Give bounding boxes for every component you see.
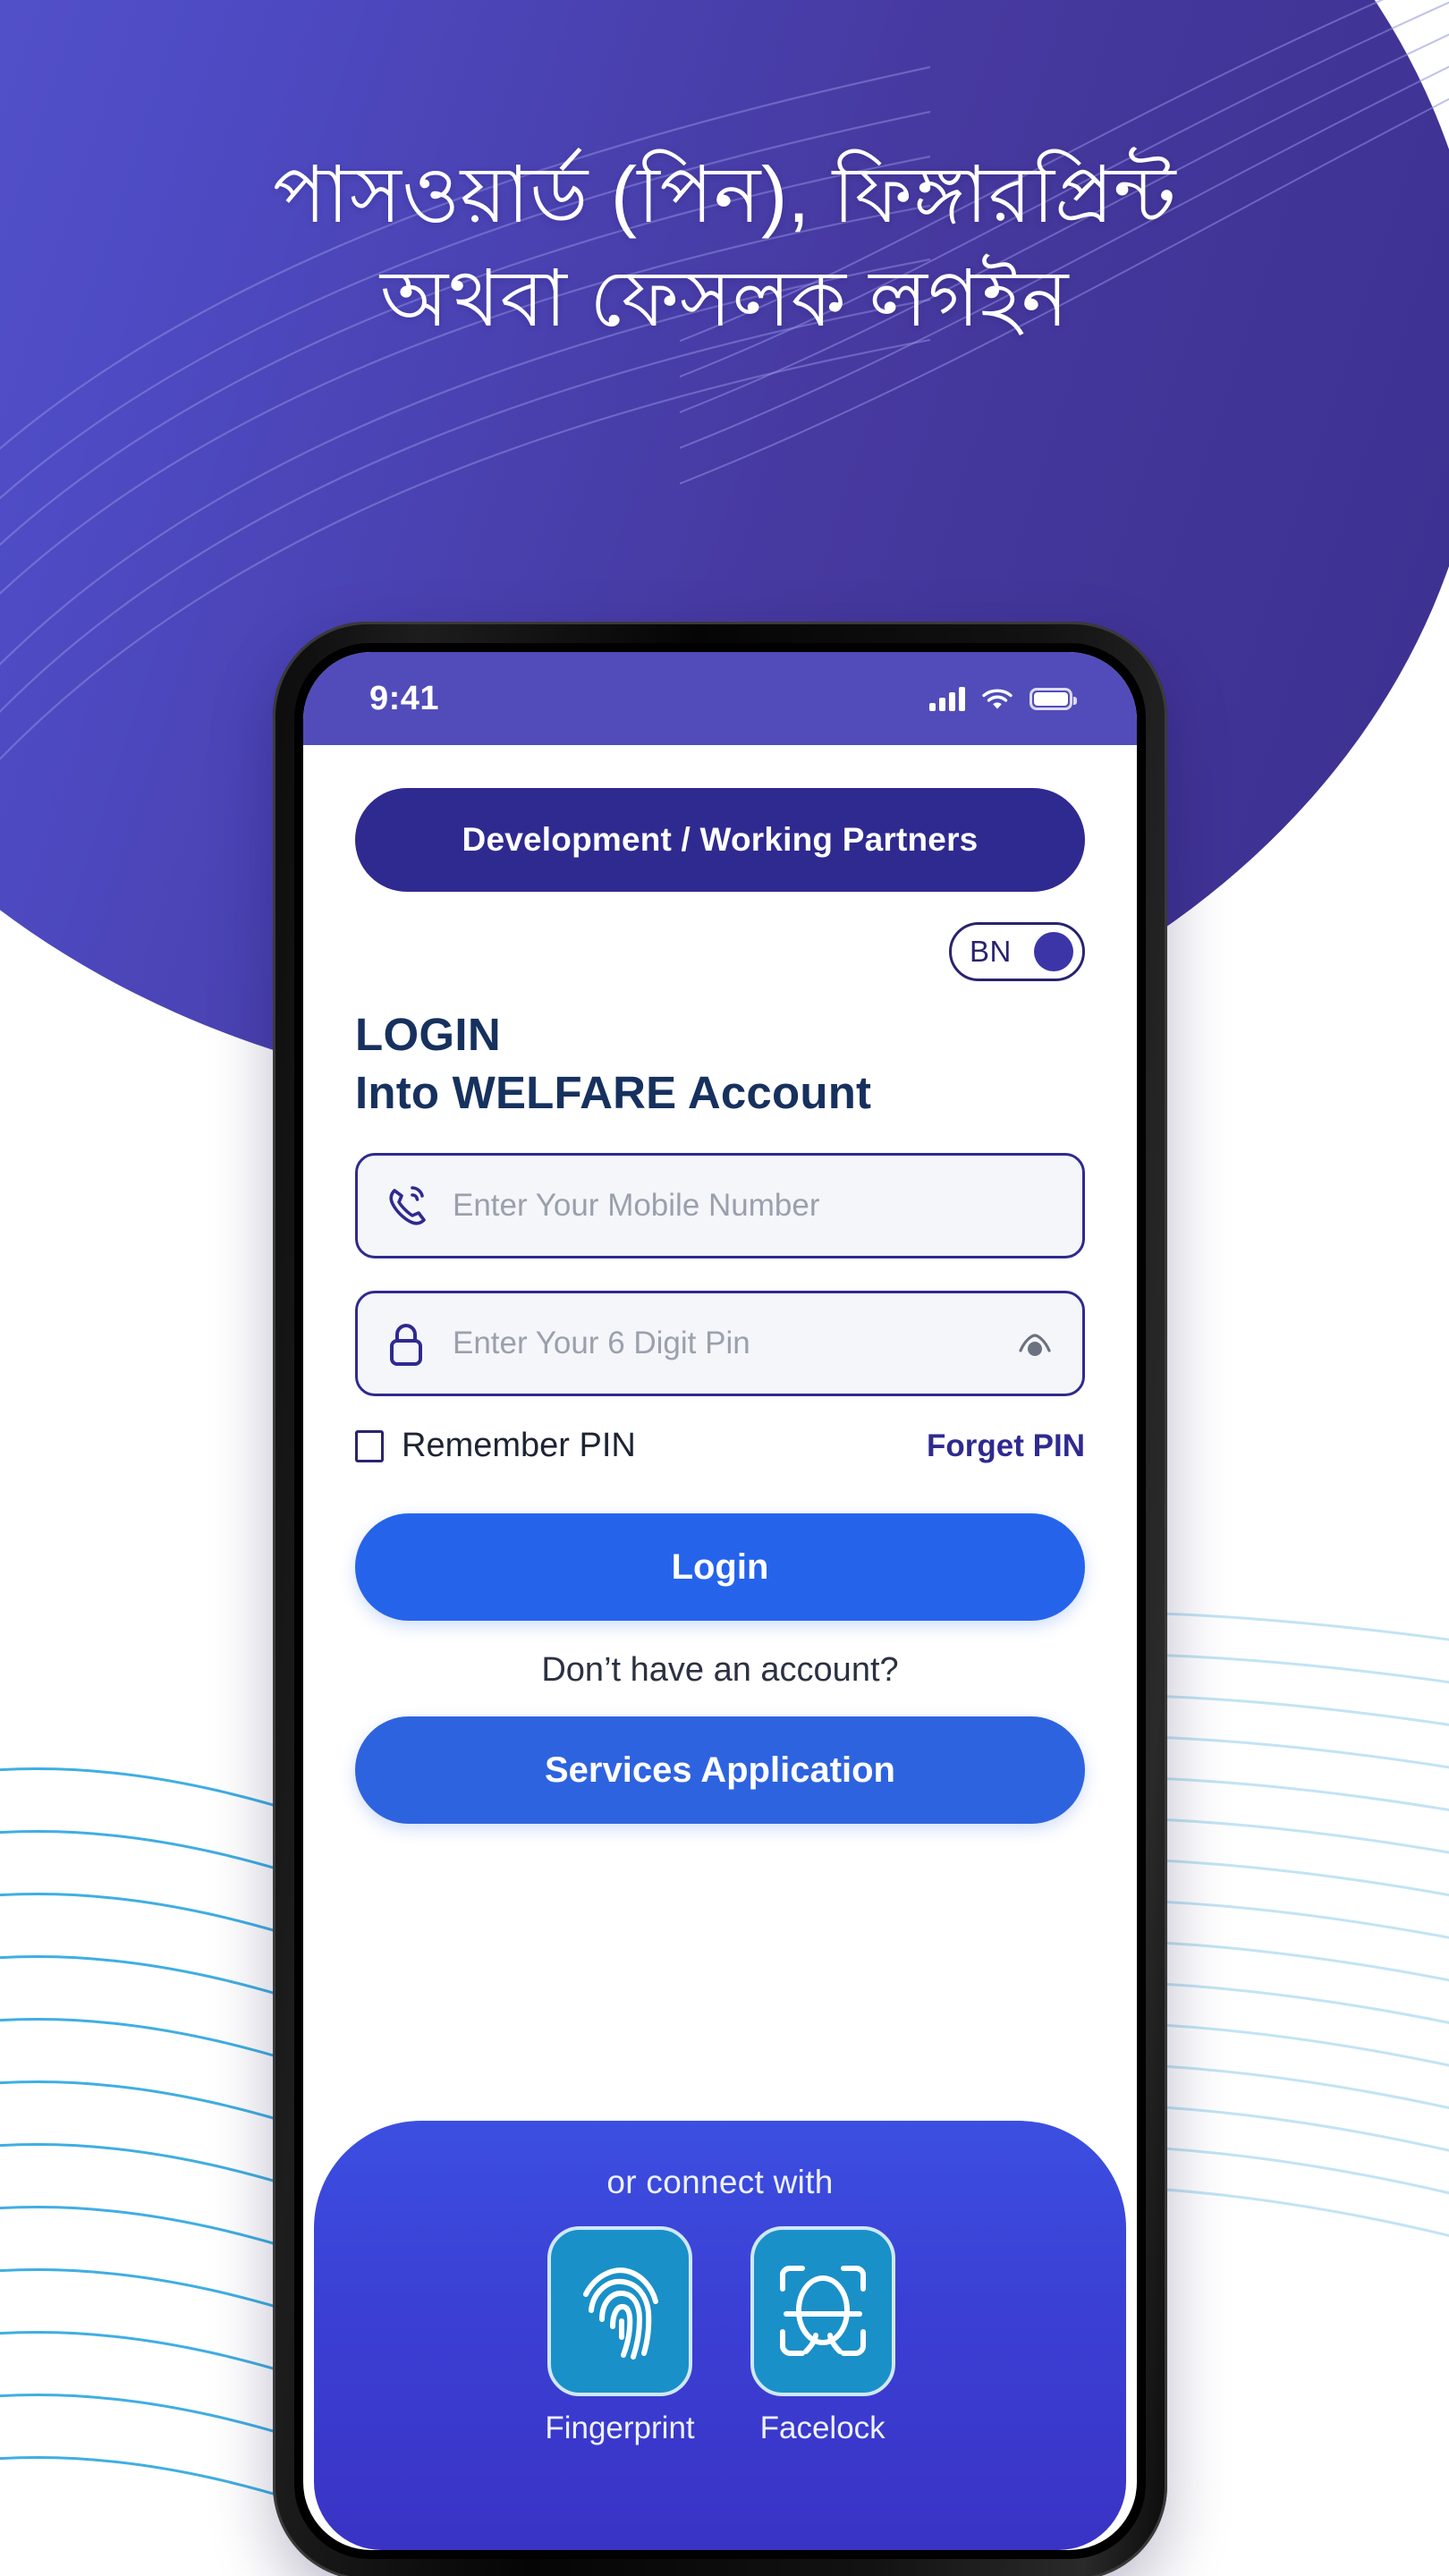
battery-icon: [1030, 687, 1077, 710]
phone-mockup: 9:41 Development / Working Partners BN L…: [273, 622, 1167, 2576]
services-application-button[interactable]: Services Application: [355, 1716, 1085, 1825]
login-screen-content: Development / Working Partners BN LOGIN …: [303, 745, 1137, 1825]
remember-pin-control[interactable]: Remember PIN: [355, 1427, 636, 1465]
headline-line-2: অথবা ফেসলক লগইন: [380, 254, 1069, 343]
mobile-number-input[interactable]: [453, 1188, 1055, 1224]
page-title: LOGIN: [355, 1009, 501, 1060]
connect-with-label: or connect with: [606, 2164, 834, 2200]
signal-bars-icon: [929, 686, 965, 711]
status-time: 9:41: [369, 679, 440, 717]
no-account-text: Don’t have an account?: [541, 1651, 899, 1690]
page-subtitle: Into WELFARE Account: [355, 1067, 872, 1119]
phone-call-icon: [383, 1182, 429, 1229]
promo-headline: পাসওয়ার্ড (পিন), ফিঙ্গারপ্রিন্ট অথবা ফে…: [0, 143, 1449, 351]
headline-line-1: পাসওয়ার্ড (পিন), ফিঙ্গারপ্রিন্ট: [272, 150, 1177, 239]
remember-pin-label: Remember PIN: [402, 1427, 636, 1465]
pin-field[interactable]: [355, 1291, 1085, 1397]
development-working-partners-button[interactable]: Development / Working Partners: [355, 788, 1085, 892]
fingerprint-option[interactable]: Fingerprint: [545, 2226, 695, 2446]
phone-bezel: 9:41 Development / Working Partners BN L…: [294, 643, 1146, 2559]
fingerprint-tile[interactable]: [547, 2226, 692, 2396]
facelock-icon: [779, 2266, 866, 2356]
remember-pin-checkbox[interactable]: [355, 1429, 384, 1462]
facelock-label: Facelock: [759, 2411, 886, 2445]
eye-icon[interactable]: [1014, 1327, 1055, 1360]
status-bar: 9:41: [303, 652, 1137, 745]
toggle-knob-icon: [1034, 932, 1073, 971]
facelock-option[interactable]: Facelock: [750, 2226, 895, 2446]
facelock-tile[interactable]: [750, 2226, 895, 2396]
forget-pin-link[interactable]: Forget PIN: [927, 1428, 1085, 1464]
pin-input[interactable]: [453, 1326, 991, 1362]
promo-screenshot: পাসওয়ার্ড (পিন), ফিঙ্গারপ্রিন্ট অথবা ফে…: [0, 0, 1449, 2576]
wifi-icon: [982, 689, 1013, 709]
status-icons: [929, 686, 1077, 711]
login-button[interactable]: Login: [355, 1513, 1085, 1622]
fingerprint-label: Fingerprint: [545, 2411, 695, 2445]
lock-icon: [383, 1319, 429, 1368]
language-toggle[interactable]: BN: [949, 922, 1085, 981]
biometric-panel: or connect with Fingerprint Facelock: [314, 2121, 1126, 2550]
remember-forget-row: Remember PIN Forget PIN: [355, 1427, 1085, 1465]
language-toggle-label: BN: [970, 935, 1012, 968]
biometric-options: Fingerprint Facelock: [545, 2226, 895, 2446]
language-toggle-row: BN: [355, 922, 1085, 981]
fingerprint-icon: [582, 2267, 658, 2360]
mobile-number-field[interactable]: [355, 1153, 1085, 1259]
phone-screen: 9:41 Development / Working Partners BN L…: [303, 652, 1137, 2550]
